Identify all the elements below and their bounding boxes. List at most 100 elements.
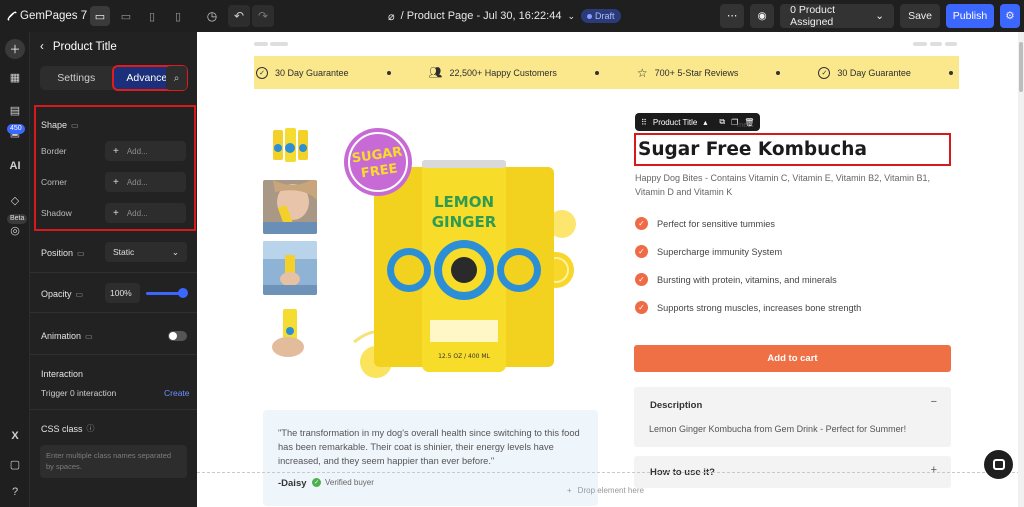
page-title[interactable]: ⌀ / Product Page - Jul 30, 16:22:44 ⌄ Dr… [388, 0, 621, 32]
save-button[interactable]: Save [900, 4, 940, 28]
divider [30, 354, 197, 355]
layers-icon[interactable]: ▦ [5, 67, 25, 87]
apps-count-badge: 450 [7, 124, 25, 134]
product-hero-image[interactable]: LEMON GINGER 12.5 OZ / 400 ML SUGAR FREE [334, 112, 594, 382]
device-icon: ▭ [85, 331, 93, 341]
save-as-template-icon[interactable]: ⧉ [719, 117, 725, 127]
info-icon[interactable]: ⓘ [87, 423, 95, 434]
product-subtitle: Happy Dog Bites - Contains Vitamin C, Vi… [635, 173, 930, 197]
canvas-scrollbar[interactable] [1018, 32, 1024, 507]
history-icon[interactable]: ◷ [202, 6, 222, 26]
corner-add-label: Add... [126, 177, 148, 187]
feature-text: Supports strong muscles, increases bone … [657, 302, 862, 313]
chevron-up-icon[interactable]: ▴ [703, 118, 707, 127]
shadow-add-button[interactable]: + Add... [105, 203, 186, 223]
add-to-cart-button[interactable]: Add to cart [634, 345, 951, 372]
feature-text: Supercharge immunity System [657, 246, 783, 257]
product-title[interactable]: Sugar Free Kombucha [634, 133, 951, 166]
drop-zone[interactable]: + Drop element here [567, 486, 644, 495]
help-icon[interactable]: ? [5, 482, 25, 502]
accordion-title: Description [650, 400, 703, 411]
status-badge: Draft [581, 9, 621, 23]
brand[interactable]: GemPages 7 [0, 10, 87, 22]
tablet-view-icon[interactable]: ▯ [142, 6, 162, 26]
product-thumbnail[interactable] [263, 241, 317, 295]
product-thumbnail[interactable] [263, 120, 317, 174]
position-heading: Position ▭ [41, 248, 85, 258]
border-add-button[interactable]: + Add... [105, 141, 186, 161]
divider [30, 272, 197, 273]
add-element-icon[interactable]: ＋ [5, 39, 25, 59]
settings-location-icon[interactable]: ◎ [5, 220, 25, 240]
topbar-actions: ⋯ ◉ 0 Product Assigned ⌄ Save Publish ⚙ [720, 0, 1024, 32]
testimonial-card: "The transformation in my dog's overall … [263, 410, 598, 506]
feature-item: ✓ Bursting with protein, vitamins, and m… [635, 273, 837, 286]
chevron-down-icon: ⌄ [875, 10, 885, 22]
search-icon[interactable]: ⌕ [166, 66, 187, 90]
marquee-separator [594, 70, 599, 75]
marquee-banner[interactable]: ✓ 30 Day Guarantee 👥︎ 22,500+ Happy Cust… [254, 56, 959, 89]
testimonial-author: -Daisy [278, 478, 307, 489]
feature-item: ✓ Supports strong muscles, increases bon… [635, 301, 861, 314]
drop-zone-line [197, 472, 1020, 473]
skeleton-bar [930, 42, 942, 46]
animation-toggle[interactable] [168, 331, 187, 341]
marquee-item-label: 30 Day Guarantee [837, 67, 911, 78]
pages-icon[interactable]: ▤ [5, 100, 25, 120]
animation-label: Animation [41, 331, 82, 341]
faint-text: mers [737, 120, 754, 129]
mobile-view-icon[interactable]: ▯ [168, 6, 188, 26]
verified-label: Verified buyer [325, 478, 374, 487]
more-options-button[interactable]: ⋯ [720, 4, 745, 28]
check-icon: ✓ [635, 301, 648, 314]
divider [30, 312, 197, 313]
laptop-view-icon[interactable]: ▭ [116, 6, 136, 26]
top-toolbar: GemPages 7 ▭ ▭ ▯ ▯ ◷ ↶ ↷ ⌀ / Product Pag… [0, 0, 1024, 32]
marquee-item-label: 30 Day Guarantee [275, 67, 349, 78]
feature-item: ✓ Supercharge immunity System [635, 245, 782, 258]
skeleton-bar [270, 42, 288, 46]
tab-settings[interactable]: Settings [40, 66, 113, 90]
scrollbar-thumb[interactable] [1019, 42, 1023, 92]
create-interaction-link[interactable]: Create [164, 388, 190, 398]
device-switcher: ▭ ▭ ▯ ▯ [90, 6, 188, 26]
check-icon: ✓ [635, 273, 648, 286]
ai-icon[interactable]: AI [5, 156, 25, 176]
plus-icon: + [567, 486, 572, 495]
drag-handle-icon[interactable]: ⠿ [641, 118, 647, 127]
back-chevron-icon[interactable]: ‹ [40, 41, 44, 53]
desktop-view-icon[interactable]: ▭ [90, 6, 110, 26]
publish-button[interactable]: Publish [946, 4, 994, 28]
chat-icon [992, 459, 1005, 470]
clipboard-icon[interactable]: ▢ [5, 454, 25, 474]
expand-icon[interactable]: + [931, 464, 937, 476]
preview-button[interactable]: ◉ [750, 4, 775, 28]
position-value: Static [113, 247, 135, 257]
product-assigned-dropdown[interactable]: 0 Product Assigned ⌄ [780, 4, 895, 28]
editor-canvas: ✓ 30 Day Guarantee 👥︎ 22,500+ Happy Cust… [197, 32, 1020, 507]
element-toolbar-label[interactable]: Product Title [653, 118, 697, 127]
collapse-icon[interactable]: − [931, 396, 937, 408]
product-thumbnail[interactable] [263, 303, 317, 357]
description-accordion[interactable]: Description − Lemon Ginger Kombucha from… [634, 387, 951, 447]
css-class-label: CSS class [41, 423, 83, 434]
check-icon: ✓ [635, 245, 648, 258]
undo-icon[interactable]: ↶ [228, 5, 250, 27]
shape-heading: Shape ▭ [41, 120, 79, 130]
opacity-slider-thumb[interactable] [178, 288, 188, 298]
gem-ai-icon[interactable]: ◇ [5, 190, 25, 210]
position-select[interactable]: Static ⌄ [105, 242, 187, 262]
css-class-input[interactable]: Enter multiple class names separated by … [40, 445, 187, 478]
gempages-logo-icon [6, 10, 18, 22]
chevron-down-icon[interactable]: ⌄ [567, 11, 575, 22]
can-label-top: LEMON [434, 193, 494, 211]
publish-settings-gear-icon[interactable]: ⚙ [1000, 4, 1020, 28]
chat-support-button[interactable] [984, 450, 1013, 479]
redo-icon[interactable]: ↷ [252, 5, 274, 27]
product-thumbnail[interactable] [263, 180, 317, 234]
corner-add-button[interactable]: + Add... [105, 172, 186, 192]
marquee-item-label: 22,500+ Happy Customers [449, 67, 557, 78]
x-icon[interactable]: X [5, 426, 25, 446]
opacity-input[interactable]: 100% [105, 283, 140, 303]
undo-redo-group: ↶ ↷ [228, 5, 274, 27]
